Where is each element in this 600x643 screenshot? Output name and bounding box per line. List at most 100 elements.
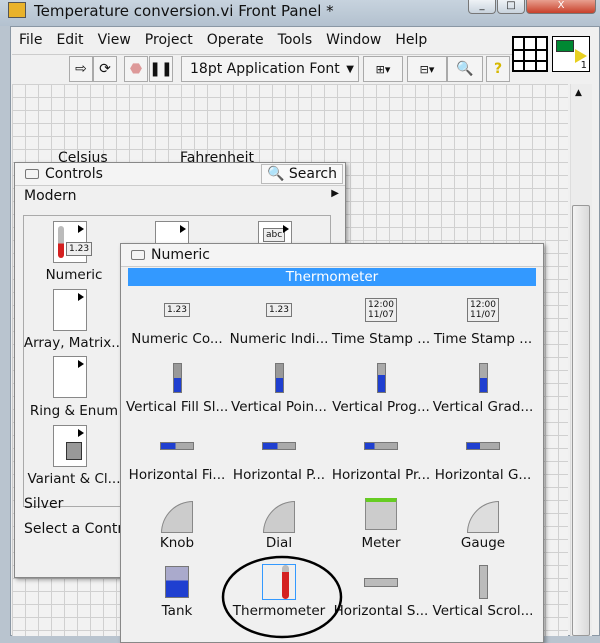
category-array-label: Array, Matrix... bbox=[23, 335, 125, 351]
palette-item-label: Time Stamp ... bbox=[331, 331, 431, 347]
palette-item-label: Horizontal G... bbox=[434, 467, 532, 483]
palette-item-numeric-indicator[interactable]: 1.23 Numeric Indi... bbox=[228, 289, 330, 357]
numeric-palette-header: Numeric bbox=[121, 244, 543, 267]
palette-item-vertical-fill-slide[interactable]: Vertical Fill Sl... bbox=[126, 357, 228, 425]
palette-item-label: Numeric Co... bbox=[131, 331, 223, 347]
palette-item-knob[interactable]: Knob bbox=[126, 493, 228, 561]
numeric-category-icon[interactable]: 1.23 bbox=[53, 221, 93, 263]
vi-icon[interactable]: 1 bbox=[552, 36, 590, 72]
zoom-search-icon[interactable]: 🔍 bbox=[447, 56, 483, 82]
palette-item-numeric-control[interactable]: 1.23 Numeric Co... bbox=[126, 289, 228, 357]
palette-item-label: Meter bbox=[361, 535, 401, 551]
palette-item-time-stamp-indicator[interactable]: 12:00 11/07 Time Stamp ... bbox=[432, 289, 534, 357]
menu-window[interactable]: Window bbox=[319, 28, 388, 52]
tank-icon bbox=[157, 565, 197, 599]
thumbtack-icon[interactable] bbox=[25, 169, 39, 179]
time-stamp-control-icon: 12:00 11/07 bbox=[361, 293, 401, 327]
variant-class-category-icon[interactable] bbox=[53, 425, 87, 467]
palette-item-gauge[interactable]: Gauge bbox=[432, 493, 534, 561]
font-select-value: 18pt Application Font bbox=[190, 61, 340, 77]
menu-help[interactable]: Help bbox=[388, 28, 434, 52]
chevron-down-icon: ▼ bbox=[346, 63, 354, 75]
abc-icon: abc bbox=[263, 228, 286, 242]
horizontal-pointer-slide-icon bbox=[259, 429, 299, 463]
section-silver[interactable]: Silver bbox=[24, 496, 63, 512]
palette-item-time-stamp-control[interactable]: 12:00 11/07 Time Stamp ... bbox=[330, 289, 432, 357]
window-title: Temperature conversion.vi Front Panel * bbox=[34, 2, 334, 20]
ring-enum-category-icon[interactable] bbox=[53, 356, 87, 398]
horizontal-graduated-bar-icon bbox=[463, 429, 503, 463]
palette-item-label: Horizontal Fi... bbox=[128, 467, 226, 483]
controls-palette-header: Controls 🔍 Search bbox=[15, 163, 345, 186]
section-select-control[interactable]: Select a Contro bbox=[24, 521, 131, 537]
horizontal-scrollbar-icon bbox=[361, 565, 401, 599]
palette-item-vertical-pointer-slide[interactable]: Vertical Poin... bbox=[228, 357, 330, 425]
run-arrow-icon[interactable]: ⇨ bbox=[69, 56, 93, 82]
scrollbar-thumb[interactable] bbox=[572, 205, 590, 636]
abort-icon[interactable]: ⬣ bbox=[124, 56, 148, 82]
palette-item-vertical-scrollbar[interactable]: Vertical Scrol... bbox=[432, 561, 534, 629]
palette-item-vertical-graduated-bar[interactable]: Vertical Grad... bbox=[432, 357, 534, 425]
thumbtack-icon[interactable] bbox=[131, 250, 145, 260]
pause-icon[interactable]: ❚❚ bbox=[149, 56, 173, 82]
close-button[interactable]: X bbox=[526, 0, 596, 14]
meter-icon bbox=[361, 497, 401, 531]
palette-item-horizontal-graduated-bar[interactable]: Horizontal G... bbox=[432, 425, 534, 493]
category-ring-label: Ring & Enum bbox=[29, 403, 119, 419]
palette-item-meter[interactable]: Meter bbox=[330, 493, 432, 561]
palette-item-label: Numeric Indi... bbox=[229, 331, 329, 347]
search-label: Search bbox=[288, 166, 337, 182]
category-numeric-label: Numeric bbox=[45, 267, 103, 283]
palette-item-label: Gauge bbox=[460, 535, 506, 551]
hover-name-bar: Thermometer bbox=[128, 268, 536, 286]
menu-tools[interactable]: Tools bbox=[271, 28, 320, 52]
align-icon[interactable]: ⊞▾ bbox=[363, 56, 403, 82]
palette-item-label: Time Stamp ... bbox=[433, 331, 533, 347]
vertical-pointer-slide-icon bbox=[259, 361, 299, 395]
palette-item-label: Knob bbox=[159, 535, 195, 551]
numeric-indicator-icon: 1.23 bbox=[259, 293, 299, 327]
maximize-button[interactable]: □ bbox=[497, 0, 525, 14]
menu-view[interactable]: View bbox=[91, 28, 138, 52]
vertical-progress-bar-icon bbox=[361, 361, 401, 395]
section-modern[interactable]: Modern ▶ bbox=[15, 186, 345, 208]
menu-edit[interactable]: Edit bbox=[49, 28, 90, 52]
palette-item-label: Horizontal P... bbox=[232, 467, 326, 483]
run-continuously-icon[interactable]: ⟳ bbox=[93, 56, 117, 82]
vertical-graduated-bar-icon bbox=[463, 361, 503, 395]
array-category-icon[interactable] bbox=[53, 289, 87, 331]
menu-operate[interactable]: Operate bbox=[200, 28, 271, 52]
distribute-icon[interactable]: ⊟▾ bbox=[407, 56, 447, 82]
search-icon: 🔍 bbox=[267, 166, 285, 182]
numeric-control-icon: 1.23 bbox=[157, 293, 197, 327]
palette-item-label: Dial bbox=[265, 535, 293, 551]
numeric-title: Numeric bbox=[151, 247, 210, 263]
vi-icon-number: 1 bbox=[580, 60, 587, 71]
palette-item-horizontal-pointer-slide[interactable]: Horizontal P... bbox=[228, 425, 330, 493]
dial-icon bbox=[259, 497, 299, 533]
search-button[interactable]: 🔍 Search bbox=[261, 164, 343, 184]
horizontal-progress-bar-icon bbox=[361, 429, 401, 463]
palette-item-horizontal-progress-bar[interactable]: Horizontal Pr... bbox=[330, 425, 432, 493]
scroll-up-icon[interactable]: ▲ bbox=[575, 88, 582, 98]
palette-item-label: Vertical Prog... bbox=[332, 399, 430, 415]
vertical-scrollbar-icon bbox=[463, 565, 503, 599]
palette-item-label: Vertical Poin... bbox=[231, 399, 327, 415]
palette-item-horizontal-fill-slide[interactable]: Horizontal Fi... bbox=[126, 425, 228, 493]
palette-item-label: Vertical Scrol... bbox=[432, 603, 534, 619]
connector-pane-icon[interactable] bbox=[512, 36, 548, 72]
font-select[interactable]: 18pt Application Font ▼ bbox=[181, 56, 359, 82]
palette-item-tank[interactable]: Tank bbox=[126, 561, 228, 629]
minimize-button[interactable]: _ bbox=[468, 0, 496, 14]
menu-file[interactable]: File bbox=[12, 28, 49, 52]
palette-item-vertical-progress-bar[interactable]: Vertical Prog... bbox=[330, 357, 432, 425]
section-modern-label: Modern bbox=[24, 188, 77, 204]
help-icon[interactable]: ? bbox=[486, 56, 510, 82]
time-stamp-indicator-icon: 12:00 11/07 bbox=[463, 293, 503, 327]
numeric-123-icon: 1.23 bbox=[66, 242, 93, 256]
menu-bar: File Edit View Project Operate Tools Win… bbox=[12, 28, 512, 52]
palette-item-label: Tank bbox=[161, 603, 193, 619]
knob-icon bbox=[157, 497, 197, 533]
palette-item-dial[interactable]: Dial bbox=[228, 493, 330, 561]
menu-project[interactable]: Project bbox=[138, 28, 200, 52]
